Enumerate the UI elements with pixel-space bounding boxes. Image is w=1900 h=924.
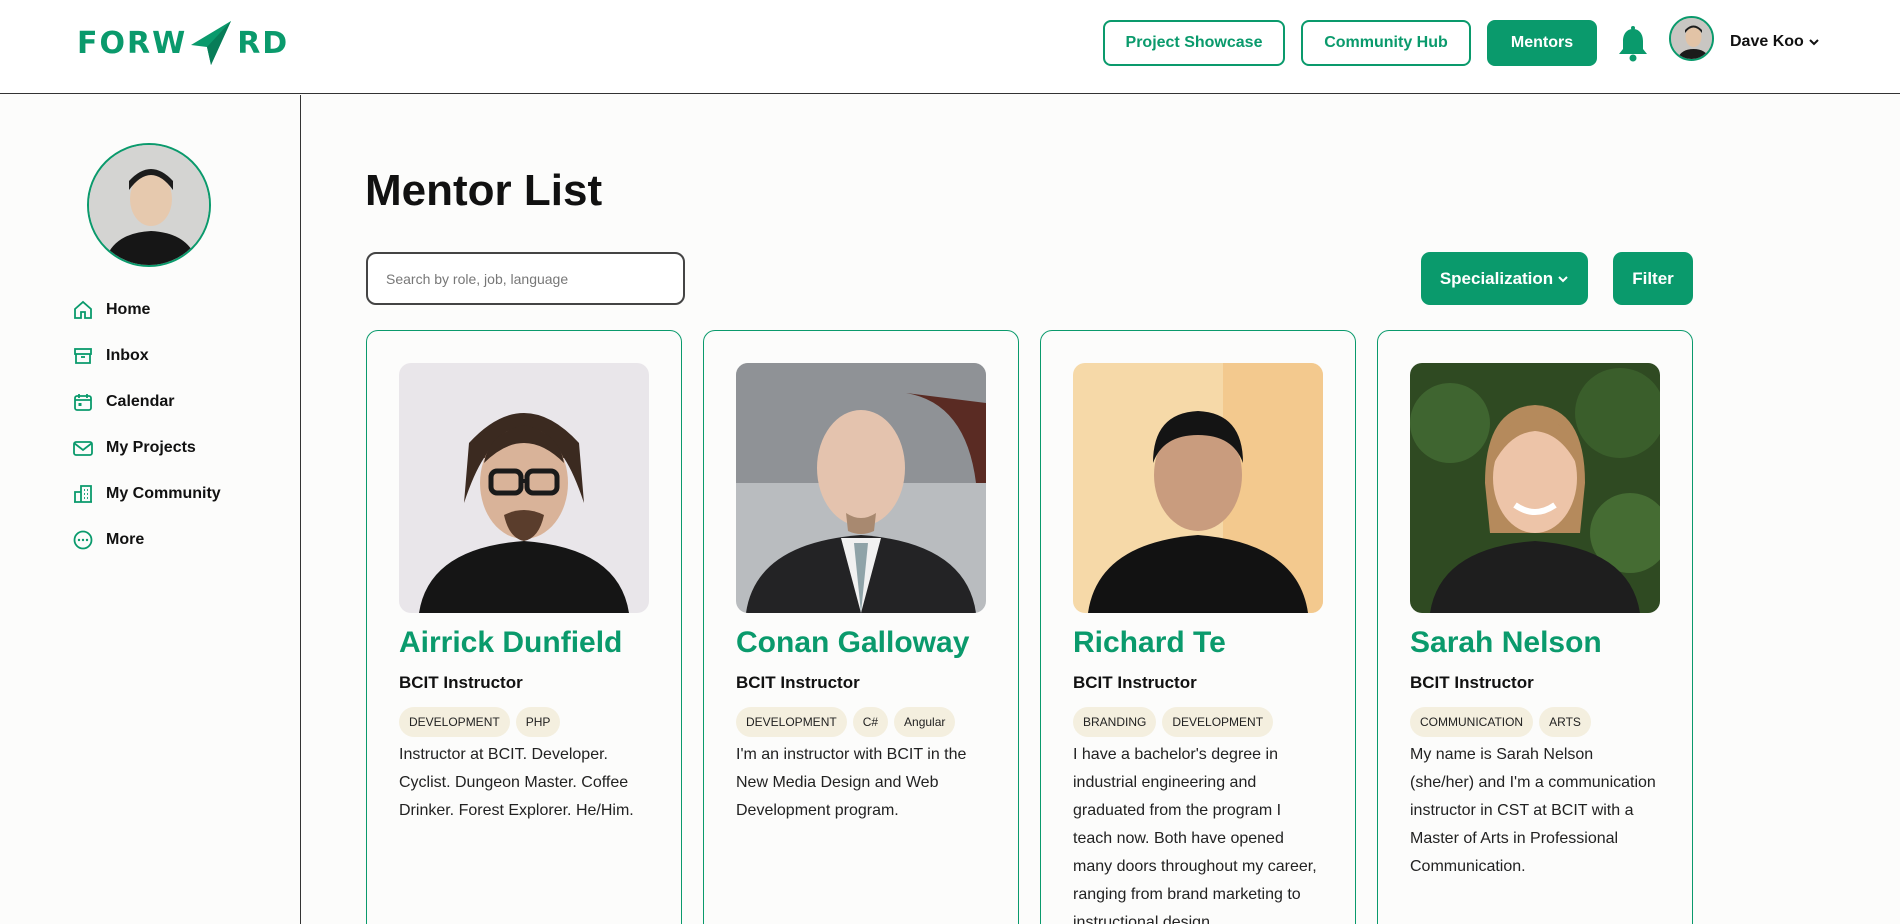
chevron-down-icon <box>1809 39 1819 46</box>
project-showcase-button[interactable]: Project Showcase <box>1103 20 1285 66</box>
sidebar-item-calendar[interactable]: Calendar <box>72 387 174 417</box>
mentor-photo <box>1410 363 1660 613</box>
sidebar-item-home[interactable]: Home <box>72 295 150 325</box>
skill-tag: ARTS <box>1539 707 1591 737</box>
chevron-down-icon <box>1558 275 1568 282</box>
skill-tag: PHP <box>515 707 561 737</box>
user-name: Dave Koo <box>1730 33 1804 50</box>
sidebar-item-label: More <box>106 531 145 548</box>
mentor-role: BCIT Instructor <box>399 673 523 692</box>
logo-text-right: RD <box>237 25 290 61</box>
sidebar-item-label: My Community <box>106 485 221 502</box>
specialization-label: Specialization <box>1439 268 1554 288</box>
mentor-photo <box>1073 363 1323 613</box>
skill-tag: BRANDING <box>1073 707 1157 737</box>
mentor-tags: DEVELOPMENT C# Angular <box>736 707 956 737</box>
sidebar-item-label: My Projects <box>106 439 196 456</box>
logo-text-left: FORW <box>77 25 188 61</box>
sidebar-item-label: Calendar <box>106 393 175 410</box>
mentor-photo <box>736 363 986 613</box>
skill-tag: C# <box>852 707 889 737</box>
filter-button[interactable]: Filter <box>1613 252 1693 305</box>
mentor-name: Richard Te <box>1073 626 1226 659</box>
bell-icon[interactable] <box>1617 26 1649 62</box>
skill-tag: DEVELOPMENT <box>1162 707 1274 737</box>
mentor-role: BCIT Instructor <box>1410 673 1534 692</box>
mentor-bio: My name is Sarah Nelson (she/her) and I'… <box>1410 746 1656 875</box>
mentor-card[interactable]: Airrick Dunfield BCIT Instructor DEVELOP… <box>366 330 682 924</box>
search-input[interactable] <box>366 252 685 305</box>
mentors-button[interactable]: Mentors <box>1487 20 1597 66</box>
sidebar-item-inbox[interactable]: Inbox <box>72 341 149 371</box>
mentor-name: Sarah Nelson <box>1410 626 1602 659</box>
sidebar-item-my-projects[interactable]: My Projects <box>72 433 196 463</box>
home-icon <box>74 300 92 319</box>
skill-tag: DEVELOPMENT <box>399 707 510 737</box>
top-navbar: FORW RD Project Showcase Community Hub M… <box>0 0 1900 94</box>
mentor-bio: Instructor at BCIT. Developer. Cyclist. … <box>399 746 634 819</box>
mentor-name: Conan Galloway <box>736 626 970 659</box>
sidebar-item-more[interactable]: More <box>72 525 144 555</box>
mentor-card[interactable]: Conan Galloway BCIT Instructor DEVELOPME… <box>703 330 1019 924</box>
sidebar: Home Inbox Calendar My Projects My Commu… <box>0 95 301 924</box>
mail-icon <box>73 441 93 456</box>
community-hub-button[interactable]: Community Hub <box>1301 20 1471 66</box>
mentor-bio: I'm an instructor with BCIT in the New M… <box>736 746 967 819</box>
mentor-card[interactable]: Sarah Nelson BCIT Instructor COMMUNICATI… <box>1377 330 1693 924</box>
user-menu-toggle[interactable]: Dave Koo <box>1730 33 1820 51</box>
forward-logo[interactable]: FORW RD <box>77 16 289 70</box>
mentor-role: BCIT Instructor <box>1073 673 1197 692</box>
mentor-bio: I have a bachelor's degree in industrial… <box>1073 746 1317 924</box>
specialization-dropdown[interactable]: Specialization <box>1421 252 1588 305</box>
profile-avatar[interactable] <box>87 143 211 267</box>
more-icon <box>73 530 93 550</box>
mentor-name: Airrick Dunfield <box>399 626 623 659</box>
mentor-card[interactable]: Richard Te BCIT Instructor BRANDING DEVE… <box>1040 330 1356 924</box>
sidebar-item-label: Home <box>106 301 151 318</box>
mentor-tags: DEVELOPMENT PHP <box>399 707 561 737</box>
mentor-tags: BRANDING DEVELOPMENT <box>1073 707 1274 737</box>
inbox-icon <box>74 348 92 364</box>
calendar-icon <box>74 394 92 411</box>
skill-tag: COMMUNICATION <box>1410 707 1534 737</box>
page-title: Mentor List <box>365 166 603 215</box>
paper-plane-icon <box>191 21 232 65</box>
sidebar-item-my-community[interactable]: My Community <box>72 479 221 509</box>
buildings-icon <box>74 485 92 503</box>
user-avatar[interactable] <box>1669 16 1714 61</box>
skill-tag: Angular <box>894 707 956 737</box>
skill-tag: DEVELOPMENT <box>736 707 847 737</box>
sidebar-item-label: Inbox <box>106 347 149 364</box>
mentor-tags: COMMUNICATION ARTS <box>1410 707 1591 737</box>
mentor-photo <box>399 363 649 613</box>
mentor-role: BCIT Instructor <box>736 673 860 692</box>
